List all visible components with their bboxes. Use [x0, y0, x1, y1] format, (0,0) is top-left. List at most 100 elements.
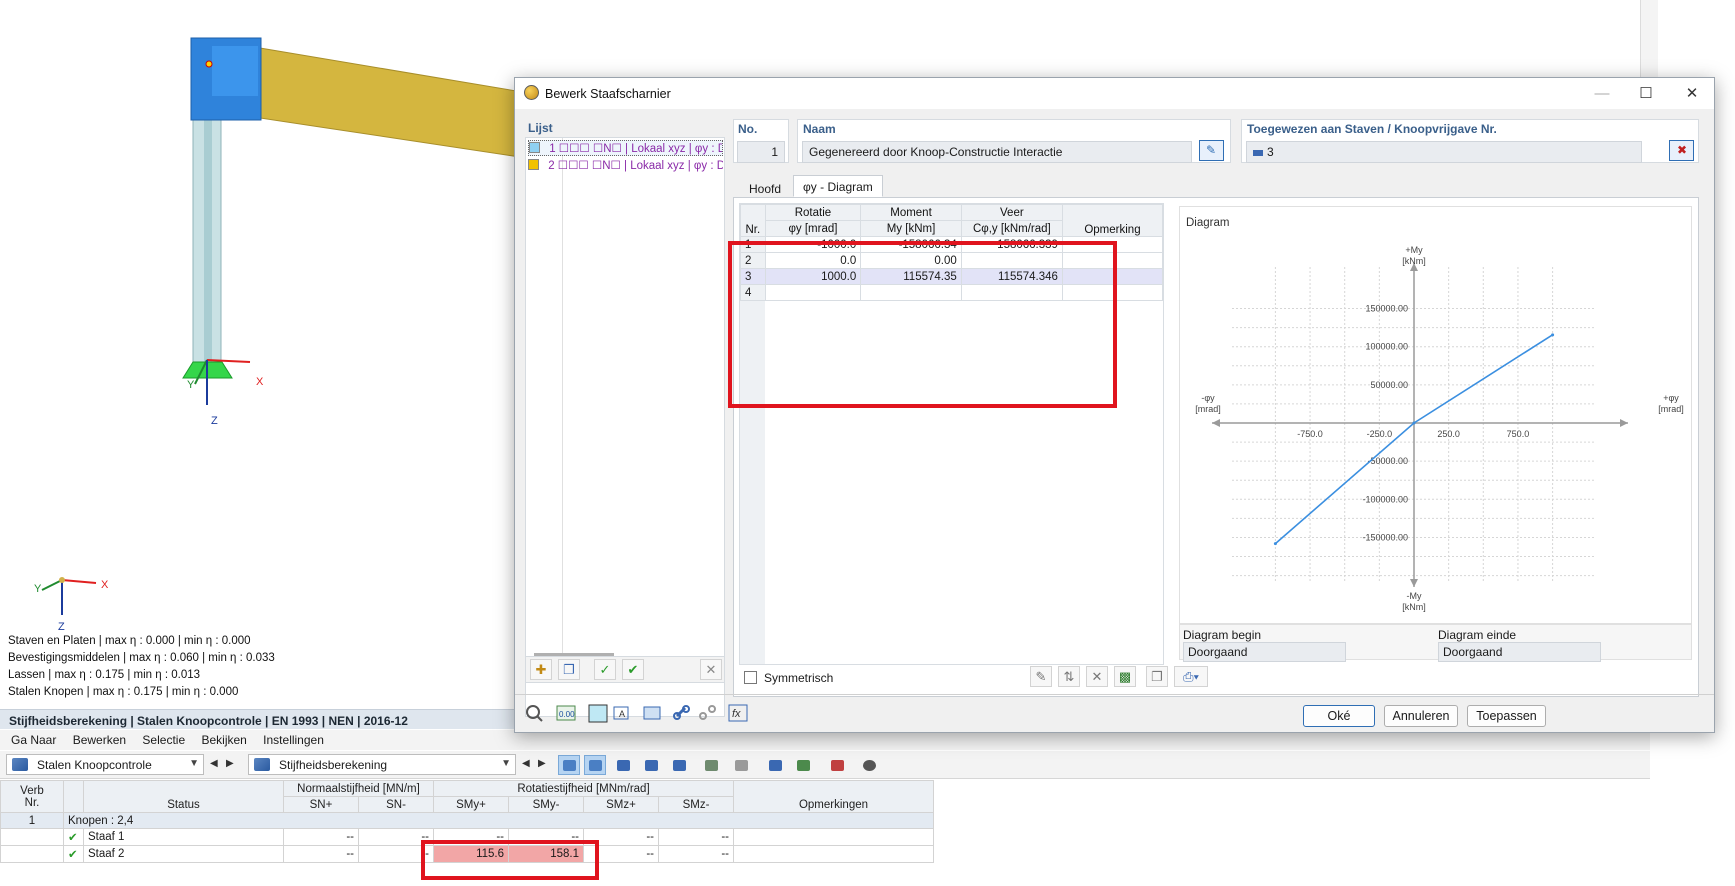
number-heading: No.: [738, 122, 758, 136]
check-all-icon[interactable]: ✓: [594, 659, 616, 680]
group-rot-stiffness: Rotatiestijfheid [MNm/rad]: [433, 780, 734, 797]
select-tool-button[interactable]: [558, 755, 580, 775]
x-neg-unit: [mrad]: [1195, 404, 1221, 414]
delete-row-icon[interactable]: ✕: [1086, 666, 1108, 687]
filter-button[interactable]: [764, 755, 786, 775]
select-all-button[interactable]: [584, 755, 606, 775]
edit-row-icon[interactable]: ✎: [1030, 666, 1052, 687]
calculation-select[interactable]: Stijfheidsberekening ▼: [248, 754, 516, 775]
help-button[interactable]: [858, 755, 880, 775]
x-axis-arrow-neg: [1212, 419, 1220, 427]
assigned-field[interactable]: 3: [1246, 141, 1642, 163]
prev-arrow-icon[interactable]: ◀: [210, 758, 218, 769]
col-rotatie: Rotatie: [764, 204, 862, 221]
assigned-heading: Toegewezen aan Staven / Knoopvrijgave Nr…: [1247, 122, 1497, 136]
pick-button[interactable]: [826, 755, 848, 775]
diagram-end-select[interactable]: Doorgaand: [1438, 642, 1601, 662]
summary-line: Bevestigingsmiddelen | max η : 0.060 | m…: [8, 652, 275, 664]
menu-bewerken[interactable]: Bewerken: [73, 733, 126, 747]
col-smy-min: SMy-: [508, 796, 584, 813]
highlight-frame: [728, 241, 1117, 408]
export-button[interactable]: [700, 755, 722, 775]
cancel-button[interactable]: Annuleren: [1384, 705, 1458, 727]
text-icon[interactable]: A: [611, 703, 635, 725]
sort-icon[interactable]: ⇅: [1058, 666, 1080, 687]
y-axis-arrow-neg: [1410, 579, 1418, 587]
col-remarks: Opmerkingen: [733, 780, 934, 813]
x-tick-label: 750.0: [1507, 429, 1530, 439]
local-axis-z-label: Z: [211, 415, 218, 427]
search-icon[interactable]: [523, 703, 547, 725]
tab-hoofd[interactable]: Hoofd: [739, 177, 791, 199]
x-tick-label: -250.0: [1367, 429, 1393, 439]
prev-arrow-icon[interactable]: ◀: [522, 758, 530, 769]
next-arrow-icon[interactable]: ▶: [226, 758, 234, 769]
menu-bekijken[interactable]: Bekijken: [201, 733, 246, 747]
highlight-frame: [421, 840, 599, 880]
results-table: Verb Nr. Status Normaalstijfheid [MN/m] …: [0, 780, 1650, 886]
check-sel-icon[interactable]: ✔: [622, 659, 644, 680]
col-status: Status: [83, 780, 284, 813]
apply-button[interactable]: Toepassen: [1467, 705, 1546, 727]
decimals-button[interactable]: [792, 755, 814, 775]
symmetric-checkbox[interactable]: [744, 671, 757, 684]
edit-name-button[interactable]: ✎: [1199, 140, 1224, 161]
tab-phi-diagram[interactable]: φy - Diagram: [793, 175, 883, 197]
show-nodes-button[interactable]: [640, 755, 662, 775]
module-select-value: Stalen Knoopcontrole: [37, 758, 152, 772]
diagram-begin-select[interactable]: Doorgaand: [1183, 642, 1346, 662]
color-swatch: [528, 159, 539, 170]
color-icon[interactable]: [587, 703, 611, 725]
minimize-icon[interactable]: —: [1580, 81, 1624, 106]
menu-instellingen[interactable]: Instellingen: [263, 733, 324, 747]
pick-members-button[interactable]: ✖: [1669, 140, 1694, 161]
check-icon: ✔: [63, 845, 84, 863]
hinge-list[interactable]: 1 ☐☐☐ ☐N☐ | Lokaal xyz | φy : D 2 ☐☐☐ ☐N…: [525, 137, 725, 717]
svg-text:fx: fx: [732, 708, 741, 720]
copy-item-icon[interactable]: ❐: [558, 659, 580, 680]
ok-button[interactable]: Oké: [1303, 705, 1375, 727]
link-icon[interactable]: [671, 703, 695, 725]
name-field[interactable]: Gegenereerd door Knoop-Constructie Inter…: [802, 141, 1192, 163]
col-nr: Nr.: [740, 204, 766, 237]
diagram-end-label: Diagram einde: [1438, 628, 1517, 642]
diagram-panel: Diagram 150000.00 100000.00 50000.00 -50000…: [1179, 206, 1692, 624]
next-arrow-icon[interactable]: ▶: [538, 758, 546, 769]
formula-icon[interactable]: fx: [727, 703, 751, 725]
xxx-button[interactable]: [668, 755, 690, 775]
unlink-icon[interactable]: [697, 703, 721, 725]
table-settings-button[interactable]: [730, 755, 752, 775]
col-smz-min: SMz-: [658, 796, 734, 813]
list-item[interactable]: 1 ☐☐☐ ☐N☐ | Lokaal xyz | φy : D: [528, 140, 723, 156]
global-axis-x-label: X: [101, 579, 109, 591]
menu-ga-naar[interactable]: Ga Naar: [11, 733, 56, 747]
maximize-icon[interactable]: ☐: [1624, 81, 1668, 106]
cell-sn-plus: --: [283, 828, 359, 846]
dialog-titlebar[interactable]: Bewerk Staafscharnier — ☐ ✕: [515, 78, 1714, 109]
col-sn-min: SN-: [358, 796, 434, 813]
menu-selectie[interactable]: Selectie: [142, 733, 185, 747]
steel-joint-icon: [12, 758, 28, 771]
diagram-options: Diagram begin Doorgaand Diagram einde Do…: [1179, 624, 1692, 662]
copy-table-icon[interactable]: ❐: [1146, 666, 1168, 687]
number-field[interactable]: 1: [737, 141, 785, 163]
list-item[interactable]: 2 ☐☐☐ ☐N☐ | Lokaal xyz | φy : D: [528, 158, 723, 174]
delete-item-icon[interactable]: ✕: [700, 659, 722, 680]
import-icon[interactable]: ▩: [1114, 666, 1136, 687]
edit-icon: ✎: [1206, 143, 1217, 157]
summary-line: Lassen | max η : 0.175 | min η : 0.013: [8, 669, 201, 681]
new-item-icon[interactable]: ✚: [530, 659, 552, 680]
print-icon[interactable]: ⎙▾: [1174, 666, 1208, 687]
steel-beam[interactable]: [259, 47, 541, 161]
show-members-button[interactable]: [612, 755, 634, 775]
list-heading: Lijst: [528, 121, 553, 135]
table-group-row[interactable]: 1 Knopen : 2,4: [0, 812, 934, 829]
data-point: [1412, 421, 1416, 425]
close-icon[interactable]: ✕: [1670, 81, 1714, 106]
module-select[interactable]: Stalen Knoopcontrole ▼: [6, 754, 204, 775]
diagram-chart: 150000.00100000.0050000.00-50000.00-1000…: [1195, 245, 1684, 612]
col-moment: Moment: [860, 204, 962, 221]
decimals-icon[interactable]: 0.00: [555, 703, 579, 725]
y-neg-unit: [kNm]: [1402, 602, 1426, 612]
view-icon[interactable]: [641, 703, 665, 725]
